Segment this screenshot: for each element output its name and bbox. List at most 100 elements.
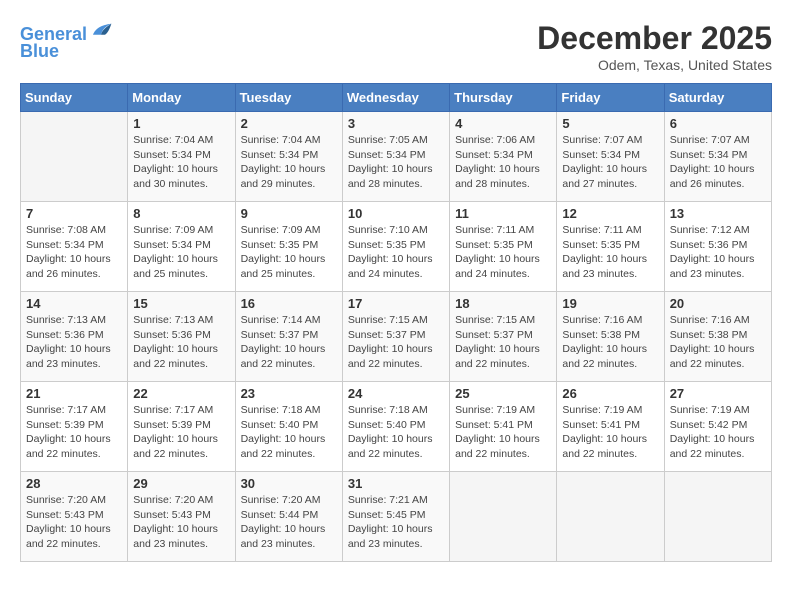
day-info: Sunrise: 7:17 AM Sunset: 5:39 PM Dayligh…	[26, 403, 122, 462]
day-number: 2	[241, 116, 337, 131]
day-number: 6	[670, 116, 766, 131]
day-number: 7	[26, 206, 122, 221]
day-info: Sunrise: 7:19 AM Sunset: 5:42 PM Dayligh…	[670, 403, 766, 462]
day-info: Sunrise: 7:09 AM Sunset: 5:35 PM Dayligh…	[241, 223, 337, 282]
day-info: Sunrise: 7:09 AM Sunset: 5:34 PM Dayligh…	[133, 223, 229, 282]
day-info: Sunrise: 7:16 AM Sunset: 5:38 PM Dayligh…	[562, 313, 658, 372]
weekday-header-row: SundayMondayTuesdayWednesdayThursdayFrid…	[21, 84, 772, 112]
day-cell: 4Sunrise: 7:06 AM Sunset: 5:34 PM Daylig…	[450, 112, 557, 202]
day-cell: 3 Sunrise: 7:05 AM Sunset: 5:34 PM Daylig…	[342, 112, 449, 202]
day-info: Sunrise: 7:18 AM Sunset: 5:40 PM Dayligh…	[241, 403, 337, 462]
day-number: 13	[670, 206, 766, 221]
day-number: 29	[133, 476, 229, 491]
day-cell: 27 Sunrise: 7:19 AM Sunset: 5:42 PM Dayli…	[664, 382, 771, 472]
day-info: Sunrise: 7:11 AM Sunset: 5:35 PM Dayligh…	[562, 223, 658, 282]
day-cell: 24 Sunrise: 7:18 AM Sunset: 5:40 PM Dayli…	[342, 382, 449, 472]
day-number: 30	[241, 476, 337, 491]
day-number: 10	[348, 206, 444, 221]
day-number: 16	[241, 296, 337, 311]
day-info: Sunrise: 7:20 AM Sunset: 5:43 PM Dayligh…	[133, 493, 229, 552]
day-cell: 22 Sunrise: 7:17 AM Sunset: 5:39 PM Dayli…	[128, 382, 235, 472]
day-info: Sunrise: 7:12 AM Sunset: 5:36 PM Dayligh…	[670, 223, 766, 282]
day-info: Sunrise: 7:18 AM Sunset: 5:40 PM Dayligh…	[348, 403, 444, 462]
calendar-table: SundayMondayTuesdayWednesdayThursdayFrid…	[20, 83, 772, 562]
week-row-2: 7 Sunrise: 7:08 AM Sunset: 5:34 PM Daylig…	[21, 202, 772, 292]
logo: General Blue	[20, 20, 113, 62]
day-info: Sunrise: 7:17 AM Sunset: 5:39 PM Dayligh…	[133, 403, 229, 462]
day-cell: 12Sunrise: 7:11 AM Sunset: 5:35 PM Dayli…	[557, 202, 664, 292]
day-cell: 23 Sunrise: 7:18 AM Sunset: 5:40 PM Dayli…	[235, 382, 342, 472]
day-cell: 15 Sunrise: 7:13 AM Sunset: 5:36 PM Dayli…	[128, 292, 235, 382]
day-info: Sunrise: 7:08 AM Sunset: 5:34 PM Dayligh…	[26, 223, 122, 282]
day-cell: 31 Sunrise: 7:21 AM Sunset: 5:45 PM Dayli…	[342, 472, 449, 562]
day-info: Sunrise: 7:15 AM Sunset: 5:37 PM Dayligh…	[348, 313, 444, 372]
day-number: 27	[670, 386, 766, 401]
day-number: 20	[670, 296, 766, 311]
day-number: 31	[348, 476, 444, 491]
day-cell: 19 Sunrise: 7:16 AM Sunset: 5:38 PM Dayli…	[557, 292, 664, 382]
day-info: Sunrise: 7:07 AM Sunset: 5:34 PM Dayligh…	[670, 133, 766, 192]
day-cell: 20 Sunrise: 7:16 AM Sunset: 5:38 PM Dayli…	[664, 292, 771, 382]
day-info: Sunrise: 7:19 AM Sunset: 5:41 PM Dayligh…	[562, 403, 658, 462]
weekday-header-sunday: Sunday	[21, 84, 128, 112]
day-cell: 7 Sunrise: 7:08 AM Sunset: 5:34 PM Daylig…	[21, 202, 128, 292]
day-cell: 5Sunrise: 7:07 AM Sunset: 5:34 PM Daylig…	[557, 112, 664, 202]
day-cell: 8 Sunrise: 7:09 AM Sunset: 5:34 PM Daylig…	[128, 202, 235, 292]
day-cell: 29 Sunrise: 7:20 AM Sunset: 5:43 PM Dayli…	[128, 472, 235, 562]
day-number: 8	[133, 206, 229, 221]
day-info: Sunrise: 7:04 AM Sunset: 5:34 PM Dayligh…	[241, 133, 337, 192]
weekday-header-thursday: Thursday	[450, 84, 557, 112]
day-number: 5	[562, 116, 658, 131]
weekday-header-monday: Monday	[128, 84, 235, 112]
day-cell: 17 Sunrise: 7:15 AM Sunset: 5:37 PM Dayli…	[342, 292, 449, 382]
weekday-header-wednesday: Wednesday	[342, 84, 449, 112]
day-cell: 6 Sunrise: 7:07 AM Sunset: 5:34 PM Daylig…	[664, 112, 771, 202]
day-cell: 1 Sunrise: 7:04 AM Sunset: 5:34 PM Daylig…	[128, 112, 235, 202]
day-cell: 14Sunrise: 7:13 AM Sunset: 5:36 PM Dayli…	[21, 292, 128, 382]
day-number: 24	[348, 386, 444, 401]
day-cell: 26Sunrise: 7:19 AM Sunset: 5:41 PM Dayli…	[557, 382, 664, 472]
week-row-1: 1 Sunrise: 7:04 AM Sunset: 5:34 PM Daylig…	[21, 112, 772, 202]
day-cell: 2 Sunrise: 7:04 AM Sunset: 5:34 PM Daylig…	[235, 112, 342, 202]
day-info: Sunrise: 7:15 AM Sunset: 5:37 PM Dayligh…	[455, 313, 551, 372]
day-number: 19	[562, 296, 658, 311]
day-number: 1	[133, 116, 229, 131]
day-number: 18	[455, 296, 551, 311]
week-row-4: 21 Sunrise: 7:17 AM Sunset: 5:39 PM Dayli…	[21, 382, 772, 472]
day-info: Sunrise: 7:20 AM Sunset: 5:43 PM Dayligh…	[26, 493, 122, 552]
week-row-3: 14 Sunrise: 7:13 AM Sunset: 5:36 PM Dayli…	[21, 292, 772, 382]
day-cell	[21, 112, 128, 202]
day-number: 14	[26, 296, 122, 311]
week-row-5: 28Sunrise: 7:20 AM Sunset: 5:43 PM Dayli…	[21, 472, 772, 562]
day-info: Sunrise: 7:06 AM Sunset: 5:34 PM Dayligh…	[455, 133, 551, 192]
day-info: Sunrise: 7:11 AM Sunset: 5:35 PM Dayligh…	[455, 223, 551, 282]
day-cell: 9 Sunrise: 7:09 AM Sunset: 5:35 PM Daylig…	[235, 202, 342, 292]
day-info: Sunrise: 7:13 AM Sunset: 5:36 PM Dayligh…	[133, 313, 229, 372]
day-cell: 21 Sunrise: 7:17 AM Sunset: 5:39 PM Dayli…	[21, 382, 128, 472]
day-cell: 30 Sunrise: 7:20 AM Sunset: 5:44 PM Dayli…	[235, 472, 342, 562]
day-number: 15	[133, 296, 229, 311]
day-info: Sunrise: 7:14 AM Sunset: 5:37 PM Dayligh…	[241, 313, 337, 372]
day-info: Sunrise: 7:05 AM Sunset: 5:34 PM Dayligh…	[348, 133, 444, 192]
day-cell: 10Sunrise: 7:10 AM Sunset: 5:35 PM Dayli…	[342, 202, 449, 292]
day-number: 17	[348, 296, 444, 311]
day-info: Sunrise: 7:16 AM Sunset: 5:38 PM Dayligh…	[670, 313, 766, 372]
day-cell: 28Sunrise: 7:20 AM Sunset: 5:43 PM Dayli…	[21, 472, 128, 562]
day-cell	[557, 472, 664, 562]
day-number: 22	[133, 386, 229, 401]
weekday-header-saturday: Saturday	[664, 84, 771, 112]
day-cell	[664, 472, 771, 562]
day-cell: 25Sunrise: 7:19 AM Sunset: 5:41 PM Dayli…	[450, 382, 557, 472]
day-cell: 13 Sunrise: 7:12 AM Sunset: 5:36 PM Dayli…	[664, 202, 771, 292]
weekday-header-tuesday: Tuesday	[235, 84, 342, 112]
day-number: 9	[241, 206, 337, 221]
day-info: Sunrise: 7:21 AM Sunset: 5:45 PM Dayligh…	[348, 493, 444, 552]
day-info: Sunrise: 7:04 AM Sunset: 5:34 PM Dayligh…	[133, 133, 229, 192]
day-info: Sunrise: 7:20 AM Sunset: 5:44 PM Dayligh…	[241, 493, 337, 552]
day-number: 21	[26, 386, 122, 401]
day-cell: 18 Sunrise: 7:15 AM Sunset: 5:37 PM Dayli…	[450, 292, 557, 382]
day-number: 23	[241, 386, 337, 401]
day-number: 3	[348, 116, 444, 131]
page-header: General Blue December 2025 Odem, Texas, …	[20, 20, 772, 73]
weekday-header-friday: Friday	[557, 84, 664, 112]
